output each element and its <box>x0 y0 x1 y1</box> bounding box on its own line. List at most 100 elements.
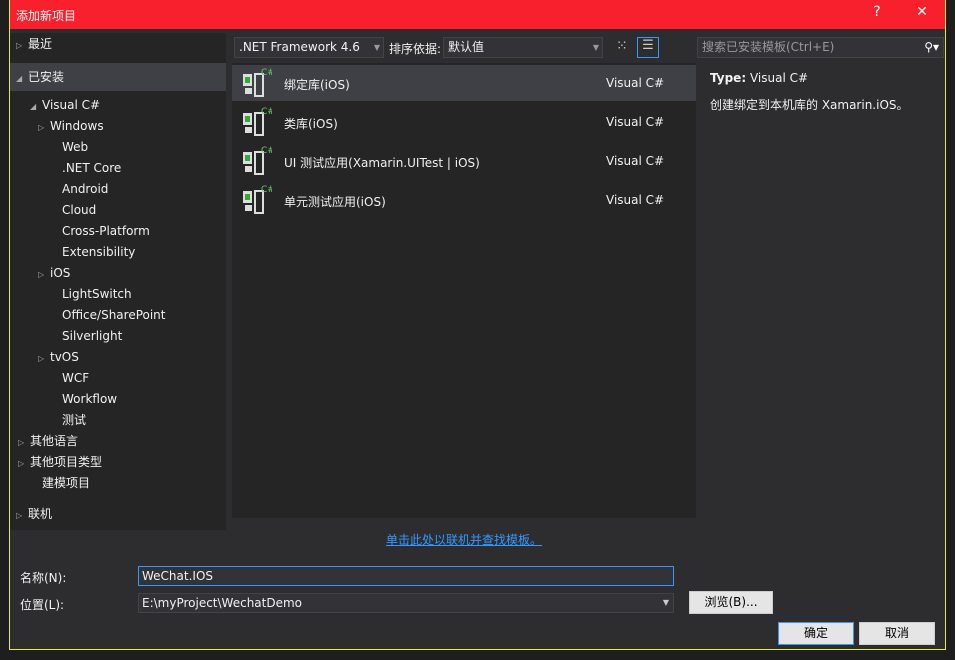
tree-item[interactable]: Silverlight <box>50 326 122 347</box>
tree-item-label: Cloud <box>62 203 97 217</box>
browse-button[interactable]: 浏览(B)... <box>689 591 773 614</box>
tree-item[interactable]: Cross-Platform <box>50 221 150 242</box>
tree-item-label: 其他语言 <box>30 434 79 448</box>
expand-arrow-icon[interactable]: ▷ <box>18 453 30 474</box>
tree-item[interactable]: LightSwitch <box>50 284 132 305</box>
tree-item[interactable]: ◢ 已安装 <box>10 63 226 91</box>
template-description: 创建绑定到本机库的 Xamarin.iOS。 <box>710 98 909 112</box>
chevron-down-icon: ▼ <box>373 43 380 52</box>
tree-item[interactable]: Extensibility <box>50 242 135 263</box>
search-input[interactable]: 搜索已安装模板(Ctrl+E) ⚲▾ <box>697 37 944 58</box>
template-name: 类库(iOS) <box>284 117 338 131</box>
tree-item-label: iOS <box>50 266 71 280</box>
tree-item[interactable]: .NET Core <box>50 158 121 179</box>
title-bar: 添加新项目 ? ✕ <box>10 0 945 29</box>
tree-item[interactable]: 建模项目 <box>30 473 90 494</box>
toolbar: .NET Framework 4.6 ▼ 排序依据: 默认值 ▼ ⁙ ☰ <box>234 37 694 59</box>
tree-item[interactable]: ◢ Visual C# <box>30 95 100 116</box>
sort-value: 默认值 <box>448 40 485 54</box>
tree-item[interactable]: Web <box>50 137 88 158</box>
online-templates-link[interactable]: 单击此处以联机并查找模板。 <box>386 531 542 548</box>
tree-item-label: 其他项目类型 <box>30 455 103 469</box>
type-label: Type: <box>710 71 747 85</box>
list-view-icon[interactable]: ☰ <box>637 37 659 58</box>
tree-item-label: Extensibility <box>62 245 136 259</box>
location-select[interactable]: E:\myProject\WechatDemo ▼ <box>138 593 674 613</box>
tree-item[interactable]: Office/SharePoint <box>50 305 166 326</box>
close-button[interactable]: ✕ <box>907 4 937 26</box>
cancel-button[interactable]: 取消 <box>859 622 935 645</box>
sort-label: 排序依据: <box>389 42 442 56</box>
chevron-down-icon: ▼ <box>592 43 599 52</box>
tree-item[interactable]: ▷ 其他语言 <box>18 431 78 452</box>
template-language: Visual C# <box>606 115 665 129</box>
help-button[interactable]: ? <box>862 4 892 26</box>
small-icons-view-icon[interactable]: ⁙ <box>616 38 628 54</box>
tree-item-label: Silverlight <box>62 329 123 343</box>
tree-item-label: 已安装 <box>28 70 65 84</box>
template-row[interactable]: C# UI 测试应用(Xamarin.UITest | iOS) Visual C# <box>232 143 696 179</box>
expand-arrow-icon[interactable]: ▷ <box>16 505 28 526</box>
ok-button[interactable]: 确定 <box>778 622 854 645</box>
expand-arrow-icon[interactable]: ▷ <box>38 117 50 138</box>
svg-text:C#: C# <box>261 146 272 156</box>
tree-item[interactable]: Android <box>50 179 108 200</box>
tree-item-label: LightSwitch <box>62 287 132 301</box>
tree-item[interactable]: ▷ Windows <box>38 116 104 137</box>
template-list: C# 绑定库(iOS) Visual C# C# 类库(iOS) Visual C# C# U… <box>232 63 696 518</box>
tree-item-label: Cross-Platform <box>62 224 150 238</box>
tree-item-label: 建模项目 <box>42 476 91 490</box>
template-details: Type: Visual C# 创建绑定到本机库的 Xamarin.iOS。 <box>700 63 940 518</box>
tree-item[interactable]: ▷ iOS <box>38 263 70 284</box>
template-name: UI 测试应用(Xamarin.UITest | iOS) <box>284 156 480 170</box>
expand-arrow-icon[interactable]: ▷ <box>38 264 50 285</box>
search-placeholder: 搜索已安装模板(Ctrl+E) <box>702 40 835 54</box>
add-new-project-dialog: 添加新项目 ? ✕ ▷ 最近 ◢ 已安装 ◢ Visual C# ▷ Windows Web .N… <box>9 0 946 650</box>
template-row[interactable]: C# 单元测试应用(iOS) Visual C# <box>232 182 696 218</box>
category-tree: ▷ 最近 ◢ 已安装 ◢ Visual C# ▷ Windows Web .NET Core And… <box>10 33 226 530</box>
csharp-ios-template-icon: C# <box>243 185 272 214</box>
template-language: Visual C# <box>606 154 665 168</box>
tree-item[interactable]: Workflow <box>50 389 117 410</box>
framework-value: .NET Framework 4.6 <box>239 40 360 54</box>
tree-item-label: 最近 <box>28 37 53 51</box>
tree-item[interactable]: ▷ 其他项目类型 <box>18 452 102 473</box>
tree-item-label: tvOS <box>50 350 79 364</box>
expand-arrow-icon[interactable]: ▷ <box>16 35 28 56</box>
tree-item[interactable]: ▷ 联机 <box>16 504 52 525</box>
tree-item-label: 测试 <box>62 413 87 427</box>
framework-select[interactable]: .NET Framework 4.6 ▼ <box>234 37 384 58</box>
name-label: 名称(N): <box>20 571 67 585</box>
location-value: E:\myProject\WechatDemo <box>142 596 303 610</box>
expand-arrow-icon[interactable]: ▷ <box>38 348 50 369</box>
expand-arrow-icon[interactable]: ▷ <box>18 432 30 453</box>
dialog-title: 添加新项目 <box>16 9 77 23</box>
template-row[interactable]: C# 类库(iOS) Visual C# <box>232 104 696 140</box>
csharp-ios-template-icon: C# <box>243 146 272 175</box>
svg-text:C#: C# <box>261 185 272 195</box>
location-label: 位置(L): <box>20 598 65 612</box>
tree-item[interactable]: ▷ tvOS <box>38 347 79 368</box>
tree-item[interactable]: Cloud <box>50 200 96 221</box>
tree-item-label: Web <box>62 140 89 154</box>
tree-item-label: Workflow <box>62 392 118 406</box>
tree-item[interactable]: ▷ 最近 <box>16 34 52 55</box>
search-icon[interactable]: ⚲▾ <box>924 38 939 57</box>
template-name: 绑定库(iOS) <box>284 78 350 92</box>
template-language: Visual C# <box>606 76 665 90</box>
template-name: 单元测试应用(iOS) <box>284 195 386 209</box>
tree-item-label: 联机 <box>28 507 53 521</box>
expand-arrow-icon[interactable]: ◢ <box>16 65 28 93</box>
svg-text:C#: C# <box>261 68 272 78</box>
tree-item[interactable]: WCF <box>50 368 89 389</box>
expand-arrow-icon[interactable]: ◢ <box>30 96 42 117</box>
type-value: Visual C# <box>749 71 809 85</box>
template-language: Visual C# <box>606 193 665 207</box>
template-row[interactable]: C# 绑定库(iOS) Visual C# <box>232 65 696 101</box>
tree-item-label: Android <box>62 182 109 196</box>
name-input[interactable]: WeChat.IOS <box>138 566 674 586</box>
tree-item[interactable]: 测试 <box>50 410 86 431</box>
csharp-ios-template-icon: C# <box>243 107 272 136</box>
project-form: 名称(N): WeChat.IOS 位置(L): E:\myProject\We… <box>10 560 945 650</box>
sort-select[interactable]: 默认值 ▼ <box>443 37 603 58</box>
